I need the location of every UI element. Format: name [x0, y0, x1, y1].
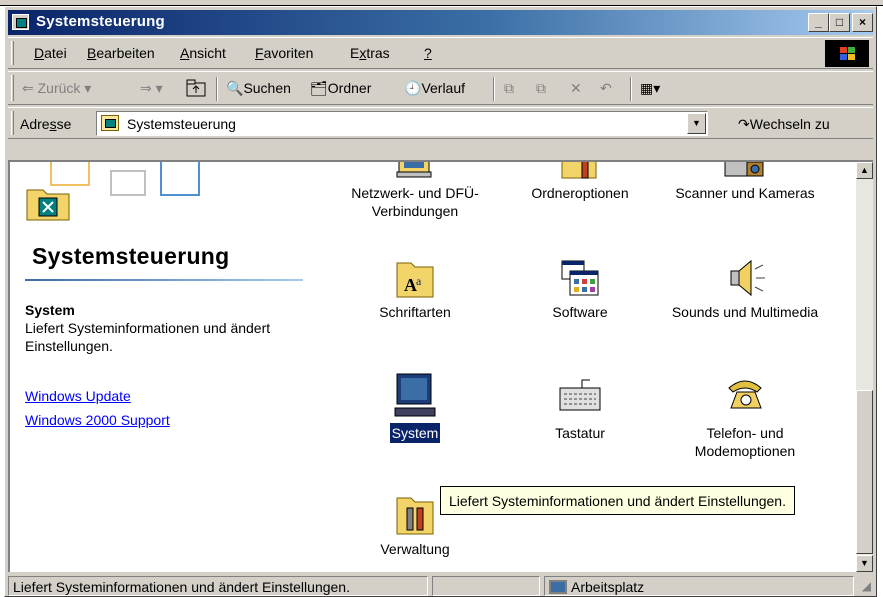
item-sounds[interactable]: Sounds und Multimedia [660, 257, 830, 322]
selection-description: Liefert Systeminformationen und ändert E… [25, 320, 271, 354]
scroll-up-button[interactable]: ▲ [856, 162, 873, 179]
panel-title: Systemsteuerung [32, 243, 230, 269]
move-to-icon: ⧉ [504, 80, 514, 96]
control-panel-folder-icon [26, 189, 70, 221]
folders-button[interactable]: 🗂Ordner [310, 80, 371, 97]
window-title: Systemsteuerung [36, 13, 165, 30]
my-computer-icon [549, 580, 567, 594]
control-panel-icon[interactable] [12, 14, 29, 30]
views-button[interactable]: ▦▾ [640, 80, 660, 97]
address-label: Adresse [20, 116, 72, 132]
telephone-icon [728, 380, 762, 409]
maximize-button[interactable]: □ [829, 13, 850, 32]
scroll-down-button[interactable]: ▼ [856, 555, 873, 572]
tooltip: Liefert Systeminformationen und ändert E… [440, 486, 795, 515]
admin-tools-icon [396, 497, 434, 535]
folders-icon: 🗂 [310, 80, 328, 96]
item-telefon[interactable]: Telefon- und Modemoptionen [660, 372, 830, 461]
forward-arrow-icon: ⇒ [140, 80, 152, 96]
address-grip[interactable] [11, 111, 14, 135]
menu-help[interactable]: ? [424, 45, 432, 61]
status-panel-empty [432, 576, 540, 596]
vertical-scrollbar[interactable]: ▲ ▼ [856, 162, 873, 572]
selection-title: System [25, 302, 75, 318]
toolbar-grip[interactable] [11, 75, 14, 101]
status-zone: Arbeitsplatz [544, 576, 854, 596]
standard-toolbar: ⇐ Zurück ▾ ⇒ ▾ 🔍Suchen 🗂Ordner 🕘Verlauf … [8, 71, 873, 105]
folder-options-icon [561, 162, 597, 179]
selected-item-label: System [388, 422, 442, 444]
history-icon: 🕘 [404, 80, 422, 96]
keyboard-icon [559, 379, 601, 411]
search-icon: 🔍 [226, 80, 244, 96]
menu-datei[interactable]: Datei [34, 45, 67, 61]
back-arrow-icon: ⇐ [22, 80, 34, 96]
scroll-thumb[interactable] [856, 390, 873, 554]
folder-up-button[interactable] [186, 78, 208, 101]
title-bar[interactable]: Systemsteuerung _ □ × [8, 10, 873, 35]
network-connections-icon [396, 162, 432, 178]
close-button[interactable]: × [852, 13, 873, 32]
move-to-button[interactable]: ⧉ [504, 80, 514, 97]
svg-text:a: a [416, 274, 422, 288]
history-button[interactable]: 🕘Verlauf [404, 80, 465, 97]
folder-view: Systemsteuerung System Liefert Systeminf… [8, 160, 873, 572]
fonts-folder-icon: Aa [396, 262, 434, 298]
copy-to-button[interactable]: ⧉ [536, 80, 546, 97]
copy-to-icon: ⧉ [536, 80, 546, 96]
address-input[interactable]: Systemsteuerung ▼ [96, 111, 708, 136]
resize-grip-icon[interactable]: ◢ [862, 579, 871, 593]
undo-icon: ↶ [600, 80, 612, 96]
explorer-window: Systemsteuerung _ □ × Datei Bearbeiten A… [4, 6, 877, 597]
status-text: Liefert Systeminformationen und ändert E… [8, 576, 428, 596]
webview-banner: Systemsteuerung [10, 162, 303, 281]
toolbar-separator [216, 77, 218, 101]
minimize-button[interactable]: _ [808, 13, 829, 32]
menu-bar: Datei Bearbeiten Ansicht Favoriten Extra… [8, 37, 873, 69]
speaker-icon [730, 259, 765, 297]
search-button[interactable]: 🔍Suchen [226, 80, 291, 97]
banner-decoration [110, 170, 146, 196]
item-tastatur[interactable]: Tastatur [495, 372, 665, 443]
item-netzwerk[interactable]: Netzwerk- und DFÜ-Verbindungen [330, 162, 500, 221]
control-panel-icon [101, 115, 119, 131]
scanner-camera-icon [724, 162, 764, 177]
address-bar: Adresse Systemsteuerung ▼ ↷Wechseln zu [8, 107, 873, 139]
undo-button[interactable]: ↶ [600, 80, 612, 97]
menu-extras[interactable]: Extras [350, 45, 390, 61]
menu-favoriten[interactable]: Favoriten [255, 45, 313, 61]
item-ordneroptionen[interactable]: Ordneroptionen [495, 162, 665, 203]
computer-icon [394, 373, 436, 417]
forward-button[interactable]: ⇒ ▾ [140, 80, 163, 97]
back-button[interactable]: ⇐ Zurück ▾ [22, 80, 91, 97]
address-dropdown-button[interactable]: ▼ [687, 113, 706, 134]
item-schriftarten[interactable]: Aa Schriftarten [330, 257, 500, 322]
folder-up-icon [186, 79, 206, 97]
views-icon: ▦ [640, 80, 654, 96]
item-system[interactable]: System [330, 372, 500, 444]
windows-update-link[interactable]: Windows Update [25, 388, 131, 404]
banner-decoration [160, 162, 200, 196]
software-icon [561, 260, 599, 296]
go-arrow-icon: ↷ [738, 116, 750, 132]
windows-logo-icon [825, 40, 869, 67]
toolbar-separator [630, 77, 632, 101]
address-value: Systemsteuerung [127, 116, 236, 132]
delete-icon: ✕ [570, 80, 582, 96]
menu-bearbeiten[interactable]: Bearbeiten [87, 45, 155, 61]
toolbar-separator [493, 77, 495, 101]
title-underline [25, 279, 303, 281]
item-software[interactable]: Software [495, 257, 665, 322]
item-scanner[interactable]: Scanner und Kameras [660, 162, 830, 203]
windows-2000-support-link[interactable]: Windows 2000 Support [25, 412, 170, 428]
menu-grip[interactable] [11, 41, 14, 65]
status-bar: Liefert Systeminformationen und ändert E… [8, 575, 873, 597]
menu-ansicht[interactable]: Ansicht [180, 45, 226, 61]
delete-button[interactable]: ✕ [570, 80, 582, 97]
go-button[interactable]: ↷Wechseln zu [738, 116, 830, 133]
